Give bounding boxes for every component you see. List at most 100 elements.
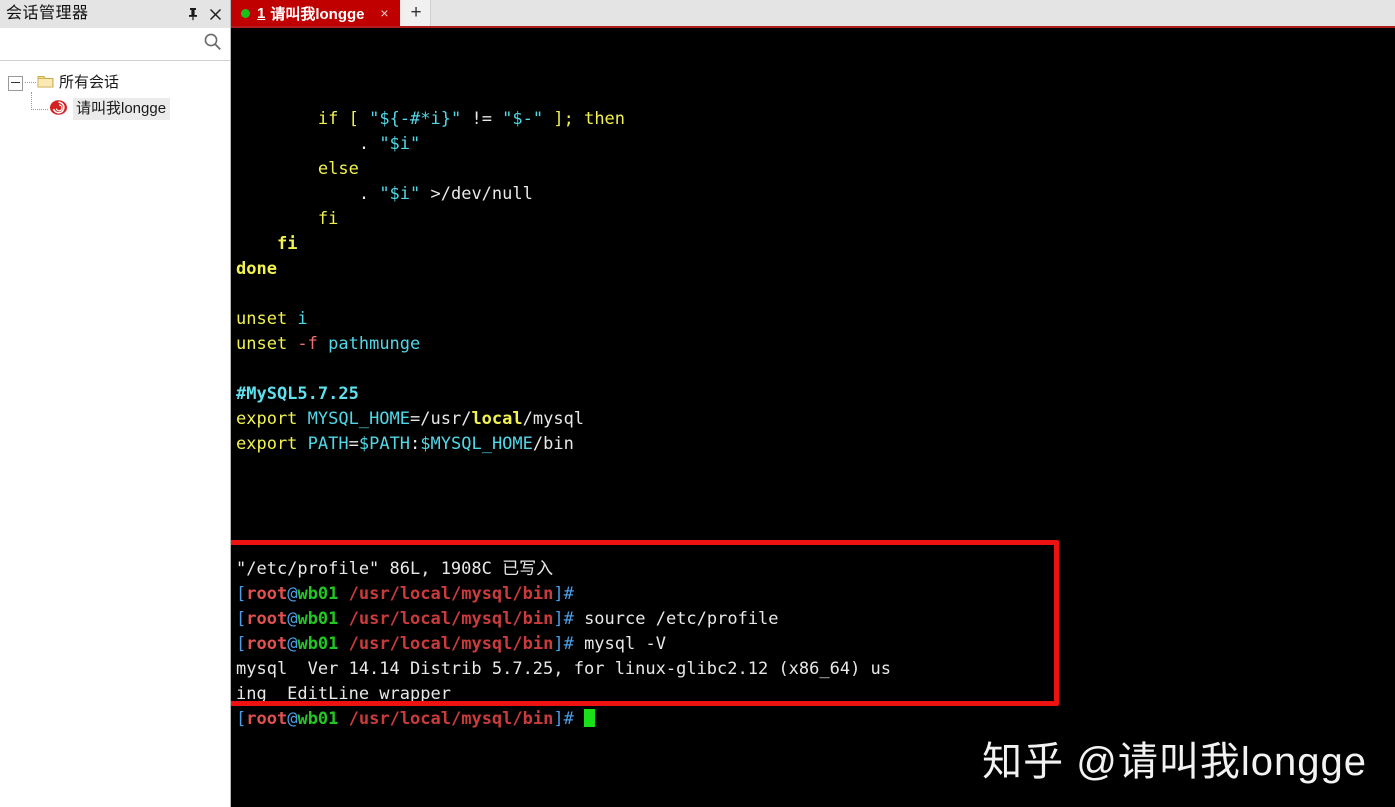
terminal-token: pathmunge [317, 334, 421, 354]
watermark: 知乎 @请叫我longge [982, 740, 1367, 784]
tree-item-label: 所有会话 [59, 74, 120, 91]
terminal-token: root [246, 609, 288, 629]
terminal-token: [ [236, 609, 247, 629]
sidebar-title: 会话管理器 [6, 5, 89, 22]
terminal-indent [236, 234, 277, 254]
tree-connector [25, 82, 36, 84]
terminal-token: if [317, 109, 339, 129]
search-icon-svg [204, 33, 221, 51]
close-icon-svg [209, 8, 221, 20]
terminal-line: . "$i" [236, 132, 1395, 157]
terminal-token: ing EditLine wrapper [236, 684, 451, 704]
terminal-token: $MYSQL_HOME [420, 434, 533, 454]
folder-icon-svg [37, 75, 54, 87]
new-tab-button[interactable]: + [402, 0, 431, 26]
terminal-line: [root@wb01 /usr/local/mysql/bin]# mysql … [236, 632, 1395, 657]
terminal-token: ]# [553, 584, 585, 604]
terminal-indent [236, 209, 318, 229]
terminal-token: #MySQL5.7.25 [236, 384, 359, 404]
terminal-token: @ [287, 584, 298, 604]
tree-item-session-longge[interactable]: 请叫我longge [0, 92, 230, 122]
terminal-token: ]# [553, 609, 585, 629]
terminal-token: [ [338, 109, 370, 129]
session-spiral-icon [49, 99, 68, 120]
terminal-token: : [410, 434, 421, 454]
terminal-cursor [584, 709, 596, 727]
terminal-line: ing EditLine wrapper [236, 682, 1395, 707]
terminal-line: unset i [236, 307, 1395, 332]
search-icon[interactable] [203, 32, 222, 56]
session-manager-sidebar: 会话管理器 所有会话 请叫我longge [0, 0, 231, 807]
terminal-token: ]# [553, 634, 585, 654]
terminal-token: export [236, 409, 298, 429]
sidebar-title-bar: 会话管理器 [0, 0, 230, 28]
terminal-line: export PATH=$PATH:$MYSQL_HOME/bin [236, 432, 1395, 457]
terminal-token: =/usr/ [410, 409, 472, 429]
terminal-token: @ [287, 709, 298, 729]
terminal-token: source /etc/profile [584, 609, 779, 629]
tab-strip: 1 请叫我longge × + [231, 0, 1395, 28]
tab-close-icon[interactable]: × [378, 5, 392, 21]
sidebar-search-row[interactable] [0, 28, 230, 61]
terminal-token: [ [236, 634, 247, 654]
terminal-token: export [236, 434, 298, 454]
terminal-token: root [246, 634, 288, 654]
terminal-token: wb01 [297, 634, 339, 654]
terminal-line: #MySQL5.7.25 [236, 382, 1395, 407]
tab-label: 请叫我longge [270, 5, 365, 23]
terminal-line: "/etc/profile" 86L, 1908C 已写入 [236, 557, 1395, 582]
terminal-token: /mysql [522, 409, 585, 429]
terminal-token: wb01 [297, 609, 339, 629]
terminal-token: @ [287, 609, 298, 629]
terminal-token: "$i" [379, 134, 421, 154]
folder-icon [37, 74, 54, 93]
terminal-indent [236, 134, 359, 154]
session-tree: 所有会话 请叫我longge [0, 61, 230, 807]
green-status-dot-icon [241, 8, 250, 18]
terminal-token: else [317, 159, 359, 179]
terminal-output[interactable]: if [ "${-#*i}" != "$-" ]; then . "$i" el… [231, 28, 1395, 807]
pin-icon[interactable] [182, 3, 204, 25]
terminal-line: fi [236, 207, 1395, 232]
terminal-token: $PATH [358, 434, 411, 454]
terminal-token: root [246, 709, 288, 729]
terminal-app-window: 会话管理器 所有会话 请叫我longge 1 请叫我longge × + if … [0, 0, 1395, 807]
tree-item-all-sessions[interactable]: 所有会话 [0, 70, 230, 96]
terminal-token: root [246, 584, 288, 604]
terminal-token: /bin [532, 434, 574, 454]
terminal-token: wb01 [297, 709, 339, 729]
terminal-line: [root@wb01 /usr/local/mysql/bin]# [236, 707, 1395, 732]
terminal-line: export MYSQL_HOME=/usr/local/mysql [236, 407, 1395, 432]
terminal-token: local [471, 409, 523, 429]
terminal-indent [236, 184, 359, 204]
terminal-pane: 1 请叫我longge × + if [ "${-#*i}" != "$-" ]… [231, 0, 1395, 807]
terminal-indent [236, 109, 318, 129]
terminal-token: i [287, 309, 308, 329]
terminal-token: ]; [543, 109, 585, 129]
terminal-line: if [ "${-#*i}" != "$-" ]; then [236, 107, 1395, 132]
terminal-token: wb01 [297, 584, 339, 604]
terminal-token: >/dev/null [420, 184, 533, 204]
terminal-token: PATH [297, 434, 349, 454]
terminal-token: @ [287, 634, 298, 654]
collapse-expander-icon[interactable] [8, 75, 23, 91]
terminal-line: fi [236, 232, 1395, 257]
terminal-token: /usr/local/mysql/bin [338, 709, 554, 729]
close-icon[interactable] [204, 3, 226, 25]
terminal-line: mysql Ver 14.14 Distrib 5.7.25, for linu… [236, 657, 1395, 682]
terminal-token: then [584, 109, 626, 129]
terminal-token: . [358, 184, 380, 204]
tab-session-longge[interactable]: 1 请叫我longge × [231, 0, 400, 26]
terminal-line: [root@wb01 /usr/local/mysql/bin]# [236, 582, 1395, 607]
terminal-token: fi [276, 234, 298, 254]
terminal-token: = [348, 434, 359, 454]
terminal-token: [ [236, 584, 247, 604]
terminal-token: mysql Ver 14.14 Distrib 5.7.25, for linu… [236, 659, 892, 679]
terminal-token: unset [236, 309, 288, 329]
terminal-token: "$i" [379, 184, 421, 204]
terminal-token: unset [236, 334, 288, 354]
